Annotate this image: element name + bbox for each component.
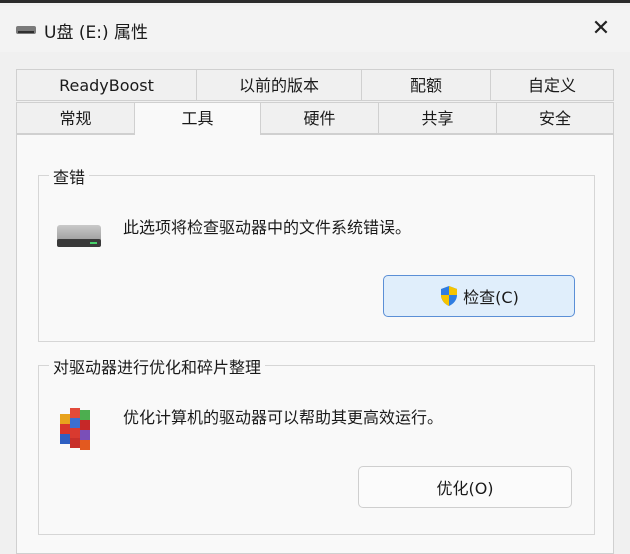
tab-readyboost[interactable]: ReadyBoost (16, 69, 196, 101)
optimize-description: 优化计算机的驱动器可以帮助其更高效运行。 (123, 408, 444, 427)
optimize-button-label: 优化(O) (436, 479, 494, 498)
properties-window: U盘 (E:) 属性 ✕ ReadyBoost 以前的版本 配额 自定义 常规 … (0, 0, 630, 554)
error-check-title: 查错 (49, 164, 90, 188)
tools-panel: 查错 此选项将检查驱动器中的文件系统错误。 检查(C) 对驱动器进行优化和碎片整… (16, 134, 614, 554)
tab-row-back: ReadyBoost 以前的版本 配额 自定义 (16, 69, 614, 101)
check-button[interactable]: 检查(C) (383, 275, 575, 317)
tab-general[interactable]: 常规 (16, 102, 134, 134)
tab-tools[interactable]: 工具 (134, 102, 260, 135)
close-button[interactable]: ✕ (586, 14, 616, 44)
tab-hardware[interactable]: 硬件 (260, 102, 378, 134)
tab-quota[interactable]: 配额 (361, 69, 490, 101)
tab-previous-versions[interactable]: 以前的版本 (196, 69, 361, 101)
defrag-icon (60, 408, 90, 450)
drive-icon (16, 26, 36, 34)
window-title: U盘 (E:) 属性 (44, 23, 148, 43)
drive-icon (57, 225, 101, 247)
error-check-description: 此选项将检查驱动器中的文件系统错误。 (123, 218, 412, 237)
check-button-label: 检查(C) (463, 288, 519, 307)
uac-shield-icon (441, 286, 458, 306)
tab-security[interactable]: 安全 (496, 102, 614, 134)
optimize-button[interactable]: 优化(O) (358, 466, 572, 508)
optimize-group: 对驱动器进行优化和碎片整理 优化计算机的驱动器可以帮助其更高效运行。 优化(O) (38, 354, 595, 535)
tab-sharing[interactable]: 共享 (378, 102, 496, 134)
tab-customize[interactable]: 自定义 (490, 69, 614, 101)
tab-row-front: 常规 工具 硬件 共享 安全 (16, 102, 614, 135)
error-check-group: 查错 此选项将检查驱动器中的文件系统错误。 检查(C) (38, 164, 595, 342)
title-bar: U盘 (E:) 属性 ✕ (0, 6, 630, 52)
optimize-title: 对驱动器进行优化和碎片整理 (49, 354, 266, 378)
